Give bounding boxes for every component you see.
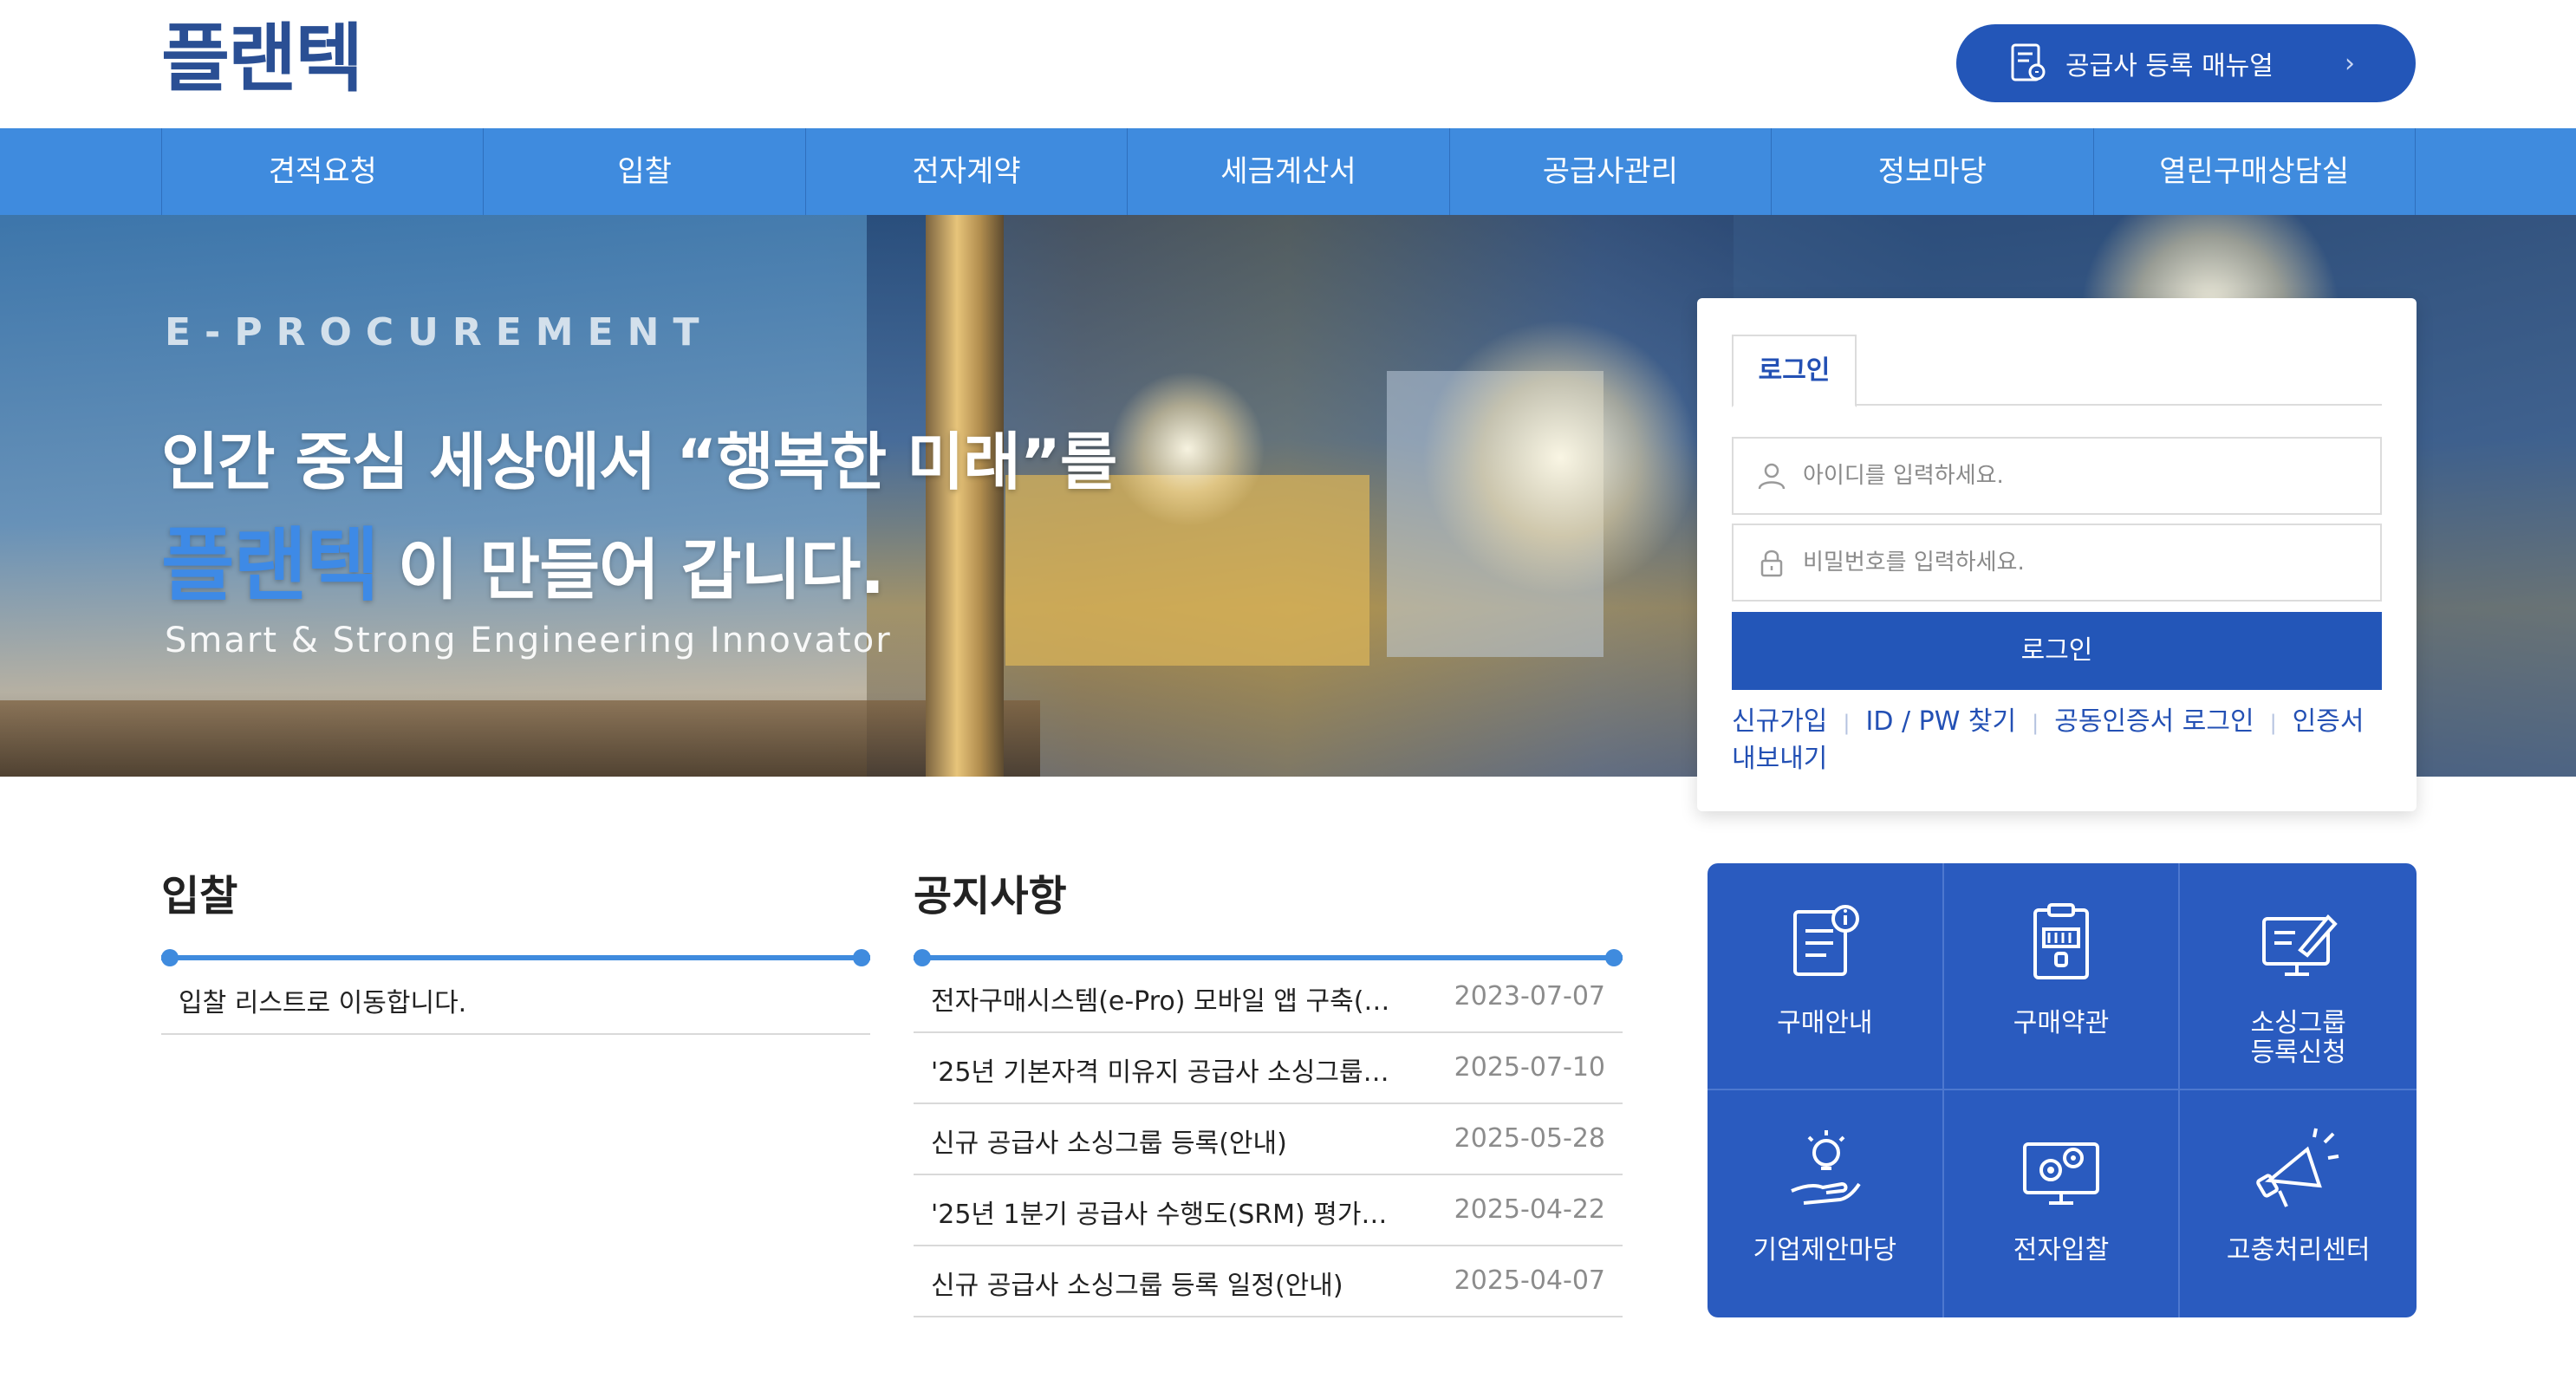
notice-date: 2025-05-28	[1454, 1123, 1605, 1154]
nav-item-bidding[interactable]: 입찰	[484, 128, 806, 215]
login-links: 신규가입 | ID / PW 찾기 | 공동인증서 로그인 | 인증서 내보내기	[1732, 704, 2382, 777]
notice-row[interactable]: 신규 공급사 소싱그룹 등록(안내) 2025-05-28	[914, 1104, 1623, 1175]
link-separator: |	[2032, 711, 2039, 735]
notice-title[interactable]: '25년 1분기 공급사 수행도(SRM) 평가…	[931, 1193, 1416, 1231]
quick-label: 고충처리센터	[2226, 1235, 2371, 1265]
quick-label: 소싱그룹 등록신청	[2250, 1008, 2346, 1068]
nav-item-tax-invoice[interactable]: 세금계산서	[1128, 128, 1450, 215]
login-button[interactable]: 로그인	[1732, 612, 2382, 690]
bid-section-bar	[161, 949, 870, 966]
manual-document-icon	[2011, 43, 2046, 81]
nav-item-quote-request[interactable]: 견적요청	[162, 128, 485, 215]
monitor-gears-icon	[2022, 1142, 2099, 1205]
notice-row[interactable]: '25년 기본자격 미유지 공급사 소싱그룹… 2025-07-10	[914, 1033, 1623, 1104]
hero-light-glow	[1421, 319, 1699, 596]
quick-grievance-center[interactable]: 고충처리센터	[2180, 1090, 2417, 1317]
login-tabs: 로그인	[1732, 335, 2382, 407]
document-info-icon	[1793, 905, 1860, 976]
quick-label: 구매안내	[1777, 1008, 1873, 1038]
link-separator: |	[1843, 711, 1851, 735]
quick-menu: 구매안내 구매약관 소싱그룹 등록신청 기업제안마당 전자입찰 고충처리센터	[1708, 863, 2417, 1317]
chevron-right-icon: ›	[2345, 49, 2355, 79]
megaphone-icon	[2255, 1128, 2339, 1207]
bid-list-link[interactable]: 입찰 리스트로 이동합니다.	[179, 981, 466, 1019]
quick-purchase-terms[interactable]: 구매약관	[1943, 863, 2181, 1090]
bar-dot	[161, 949, 179, 966]
notice-row[interactable]: 신규 공급사 소싱그룹 등록 일정(안내) 2025-04-07	[914, 1246, 1623, 1317]
quick-business-proposal[interactable]: 기업제안마당	[1708, 1090, 1944, 1317]
quick-sourcing-group-request[interactable]: 소싱그룹 등록신청	[2180, 863, 2417, 1090]
notice-title[interactable]: 전자구매시스템(e-Pro) 모바일 앱 구축(…	[931, 979, 1416, 1018]
hero-eng-title: E-PROCUREMENT	[165, 310, 713, 355]
login-panel: 로그인 로그인 신규가입|ID / PW 찾기|공동인증서 로그인|인증서 내보…	[1697, 298, 2417, 811]
divider	[161, 1033, 870, 1035]
notice-date: 2025-04-07	[1454, 1265, 1605, 1296]
notice-row[interactable]: 전자구매시스템(e-Pro) 모바일 앱 구축(… 2023-07-07	[914, 962, 1623, 1033]
site-logo[interactable]: 플랜텍	[161, 16, 363, 102]
find-id-pw-link[interactable]: ID / PW 찾기	[1866, 706, 2017, 737]
bar-dot	[853, 949, 870, 966]
notice-section-title: 공지사항	[914, 872, 1067, 920]
clipboard-contract-icon	[2033, 903, 2089, 979]
cert-login-link[interactable]: 공동인증서 로그인	[2054, 706, 2254, 737]
nav-item-e-contract[interactable]: 전자계약	[806, 128, 1129, 215]
quick-label: 구매약관	[2013, 1008, 2110, 1038]
password-field[interactable]	[1732, 524, 2382, 602]
notice-title[interactable]: 신규 공급사 소싱그룹 등록(안내)	[931, 1122, 1416, 1160]
supplier-manual-label: 공급사 등록 매뉴얼	[2065, 51, 2274, 81]
hero-brand-text: 플랜텍	[161, 519, 380, 612]
password-input[interactable]	[1803, 550, 2358, 576]
computer-pen-icon	[2261, 914, 2338, 976]
quick-label: 기업제안마당	[1753, 1235, 1897, 1265]
supplier-manual-button[interactable]: 공급사 등록 매뉴얼 ›	[1956, 24, 2416, 102]
tab-login[interactable]: 로그인	[1732, 335, 1857, 407]
quick-purchase-guide[interactable]: 구매안내	[1708, 863, 1944, 1090]
nav-item-supplier-management[interactable]: 공급사관리	[1450, 128, 1773, 215]
site-header: 플랜텍 공급사 등록 매뉴얼 ›	[0, 0, 2576, 128]
hero-ground	[0, 700, 1040, 777]
nav-item-open-consultation[interactable]: 열린구매상담실	[2094, 128, 2416, 215]
nav-item-information[interactable]: 정보마당	[1772, 128, 2094, 215]
user-id-field[interactable]	[1732, 437, 2382, 515]
hero-headline-1: 인간 중심 세상에서 “행복한 미래”를	[161, 426, 1117, 498]
notice-title[interactable]: 신규 공급사 소싱그룹 등록 일정(안내)	[931, 1264, 1416, 1302]
notice-section-bar	[914, 949, 1623, 966]
notice-date: 2025-04-22	[1454, 1194, 1605, 1225]
hero-light-glow	[1109, 371, 1265, 527]
main-nav: 견적요청 입찰 전자계약 세금계산서 공급사관리 정보마당 열린구매상담실	[0, 128, 2576, 215]
hero-headline-2-text: 이 만들어 갑니다.	[397, 531, 885, 608]
notice-date: 2023-07-07	[1454, 981, 1605, 1011]
notice-row[interactable]: '25년 1분기 공급사 수행도(SRM) 평가… 2025-04-22	[914, 1175, 1623, 1246]
notice-date: 2025-07-10	[1454, 1052, 1605, 1083]
lock-icon	[1760, 550, 1783, 577]
bid-section-title: 입찰	[161, 872, 238, 920]
signup-link[interactable]: 신규가입	[1732, 706, 1827, 737]
user-id-input[interactable]	[1803, 463, 2358, 489]
link-separator: |	[2269, 711, 2277, 735]
quick-label: 전자입찰	[2013, 1235, 2110, 1265]
lightbulb-hand-icon	[1791, 1130, 1861, 1205]
hero-subtitle: Smart & Strong Engineering Innovator	[165, 621, 892, 660]
user-icon	[1758, 463, 1786, 490]
notice-list: 전자구매시스템(e-Pro) 모바일 앱 구축(… 2023-07-07 '25…	[914, 962, 1623, 1317]
quick-e-bidding[interactable]: 전자입찰	[1944, 1090, 2181, 1317]
hero-headline-2: 플랜텍 이 만들어 갑니다.	[161, 501, 885, 616]
notice-title[interactable]: '25년 기본자격 미유지 공급사 소싱그룹…	[931, 1051, 1416, 1089]
